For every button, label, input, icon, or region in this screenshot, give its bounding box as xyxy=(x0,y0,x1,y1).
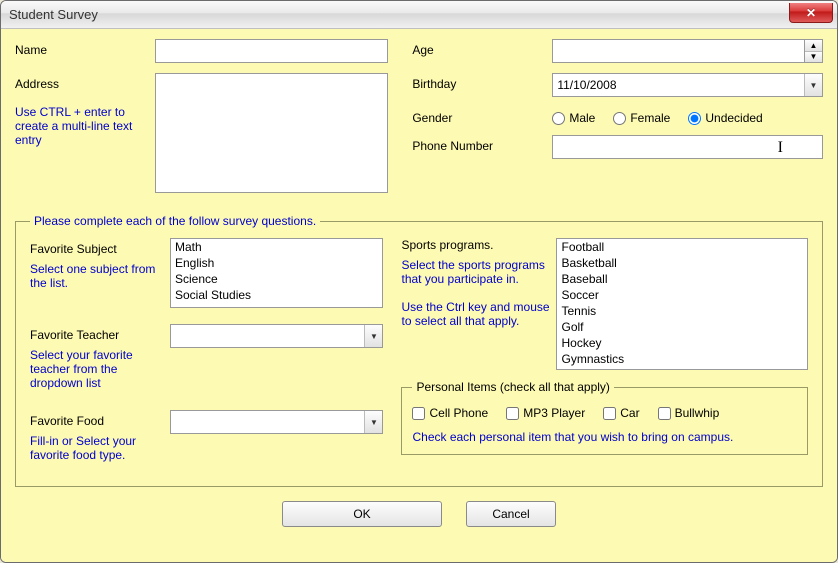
list-item[interactable]: Math xyxy=(171,239,382,255)
fav-food-input[interactable] xyxy=(170,410,383,434)
window-title: Student Survey xyxy=(9,7,98,22)
titlebar: Student Survey ✕ xyxy=(1,1,837,29)
survey-group: Please complete each of the follow surve… xyxy=(15,214,823,487)
personal-items-hint: Check each personal item that you wish t… xyxy=(412,430,797,444)
list-item[interactable]: Baseball xyxy=(557,271,807,287)
check-mp3-player[interactable]: MP3 Player xyxy=(506,406,585,420)
fav-subject-hint: Select one subject from the list. xyxy=(30,262,170,290)
close-icon: ✕ xyxy=(806,6,816,20)
age-spin-down[interactable]: ▼ xyxy=(805,52,822,63)
check-car[interactable]: Car xyxy=(603,406,639,420)
fav-subject-list[interactable]: Math English Science Social Studies xyxy=(170,238,383,308)
fav-teacher-dropdown-button[interactable] xyxy=(364,325,382,347)
list-item[interactable]: Soccer xyxy=(557,287,807,303)
birthday-dropdown-button[interactable] xyxy=(804,74,822,96)
name-input[interactable] xyxy=(155,39,388,63)
address-label: Address xyxy=(15,77,155,91)
name-label: Name xyxy=(15,39,155,57)
personal-items-legend: Personal Items (check all that apply) xyxy=(412,380,613,394)
survey-legend: Please complete each of the follow surve… xyxy=(30,214,320,228)
age-input[interactable] xyxy=(552,39,805,63)
fav-teacher-hint: Select your favorite teacher from the dr… xyxy=(30,348,170,390)
form-body: Name Address Use CTRL + enter to create … xyxy=(1,29,837,562)
fav-teacher-input[interactable] xyxy=(170,324,383,348)
fav-subject-label: Favorite Subject xyxy=(30,242,170,256)
gender-label: Gender xyxy=(412,107,552,125)
check-bullwhip[interactable]: Bullwhip xyxy=(658,406,720,420)
address-input[interactable] xyxy=(155,73,388,193)
phone-label: Phone Number xyxy=(412,135,552,153)
gender-undecided-radio[interactable]: Undecided xyxy=(688,111,762,125)
check-cell-phone[interactable]: Cell Phone xyxy=(412,406,488,420)
birthday-label: Birthday xyxy=(412,73,552,91)
birthday-input[interactable] xyxy=(552,73,823,97)
sports-list[interactable]: Football Basketball Baseball Soccer Tenn… xyxy=(556,238,808,370)
close-button[interactable]: ✕ xyxy=(789,3,833,23)
gender-male-radio[interactable]: Male xyxy=(552,111,595,125)
list-item[interactable]: Gymnastics xyxy=(557,351,807,367)
sports-label: Sports programs. xyxy=(401,238,556,252)
age-spin-up[interactable]: ▲ xyxy=(805,40,822,52)
sports-hint-2: Use the Ctrl key and mouse to select all… xyxy=(401,300,556,328)
sports-hint-1: Select the sports programs that you part… xyxy=(401,258,556,286)
list-item[interactable]: Football xyxy=(557,239,807,255)
birthday-picker[interactable] xyxy=(552,73,823,97)
list-item[interactable]: Golf xyxy=(557,319,807,335)
fav-teacher-label: Favorite Teacher xyxy=(30,328,170,342)
fav-food-combo[interactable] xyxy=(170,410,383,434)
student-survey-window: Student Survey ✕ Name Address Use CTRL +… xyxy=(0,0,838,563)
fav-food-hint: Fill-in or Select your favorite food typ… xyxy=(30,434,170,462)
personal-items-group: Personal Items (check all that apply) Ce… xyxy=(401,380,808,455)
fav-food-dropdown-button[interactable] xyxy=(364,411,382,433)
list-item[interactable]: Tennis xyxy=(557,303,807,319)
list-item[interactable]: Science xyxy=(171,271,382,287)
cancel-button[interactable]: Cancel xyxy=(466,501,556,527)
age-stepper[interactable]: ▲ ▼ xyxy=(552,39,823,63)
list-item[interactable]: Basketball xyxy=(557,255,807,271)
list-item[interactable]: Hockey xyxy=(557,335,807,351)
text-cursor-icon: I xyxy=(778,139,783,157)
list-item[interactable]: Social Studies xyxy=(171,287,382,303)
gender-female-radio[interactable]: Female xyxy=(613,111,670,125)
fav-teacher-select[interactable] xyxy=(170,324,383,348)
list-item[interactable]: English xyxy=(171,255,382,271)
ok-button[interactable]: OK xyxy=(282,501,442,527)
address-hint: Use CTRL + enter to create a multi-line … xyxy=(15,105,135,147)
fav-food-label: Favorite Food xyxy=(30,414,170,428)
age-label: Age xyxy=(412,39,552,57)
